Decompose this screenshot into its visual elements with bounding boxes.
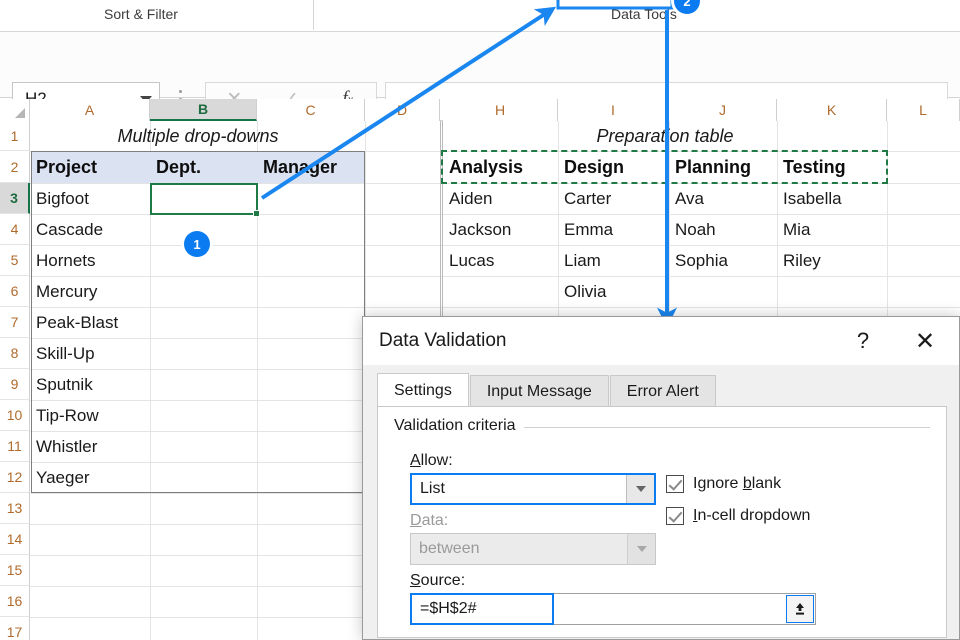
row-header-12[interactable]: 12 [0, 462, 30, 493]
allow-label: Allow: [410, 452, 453, 469]
gridline [30, 307, 960, 308]
checkbox-icon[interactable] [666, 507, 684, 525]
table-row[interactable]: Hornets [31, 245, 149, 276]
table-row[interactable]: Noah [670, 214, 776, 245]
excel-window: Sort & Filter Data Tools H2 ✕ ✓ fx A B C… [0, 0, 960, 640]
table-row[interactable]: Yaeger [31, 462, 149, 493]
column-header-d[interactable]: D [365, 99, 440, 121]
row-header-16[interactable]: 16 [0, 586, 30, 617]
row-header-5[interactable]: 5 [0, 245, 30, 276]
column-header-i[interactable]: I [558, 99, 669, 121]
gridline [30, 276, 960, 277]
in-cell-dropdown-label: In-cell dropdown [693, 507, 811, 524]
allow-value: List [420, 480, 445, 497]
row-header-13[interactable]: 13 [0, 493, 30, 524]
row-header-8[interactable]: 8 [0, 338, 30, 369]
close-icon[interactable]: ✕ [905, 325, 945, 357]
ribbon-group-data-tools[interactable]: Data Tools [611, 6, 677, 22]
data-combobox[interactable]: between [410, 533, 656, 565]
row-header-11[interactable]: 11 [0, 431, 30, 462]
row-header-3[interactable]: 3 [0, 183, 30, 214]
ribbon-strip: Sort & Filter Data Tools [0, 0, 960, 32]
help-icon[interactable]: ? [843, 325, 883, 357]
row-header-7[interactable]: 7 [0, 307, 30, 338]
table-row[interactable]: Liam [559, 245, 668, 276]
table-row[interactable]: Bigfoot [31, 183, 149, 214]
source-value[interactable]: =$H$2# [410, 593, 554, 625]
dialog-title-bar[interactable]: Data Validation ? ✕ [363, 317, 959, 365]
select-all-corner[interactable] [0, 99, 30, 121]
dialog-title: Data Validation [379, 330, 507, 351]
table-row[interactable]: Aiden [444, 183, 557, 214]
settings-tab-panel: Validation criteria Allow: List Data: be… [377, 406, 947, 638]
copy-marquee [441, 150, 888, 184]
row-header-14[interactable]: 14 [0, 524, 30, 555]
data-label: Data: [410, 512, 449, 529]
table-row[interactable]: Tip-Row [31, 400, 149, 431]
left-table-header-project[interactable]: Project [31, 152, 149, 183]
table-row[interactable]: Riley [778, 245, 886, 276]
table-row[interactable]: Skill-Up [31, 338, 149, 369]
ignore-blank-label: Ignore blank [693, 475, 782, 492]
tab-error-alert[interactable]: Error Alert [609, 375, 716, 407]
chevron-down-icon[interactable] [627, 534, 655, 564]
left-table-title[interactable]: Multiple drop-downs [31, 121, 365, 151]
column-header-l[interactable]: L [887, 99, 960, 121]
table-row[interactable]: Sophia [670, 245, 776, 276]
active-cell-selection[interactable] [150, 183, 258, 215]
table-row[interactable]: Ava [670, 183, 776, 214]
left-table-header-manager[interactable]: Manager [258, 152, 364, 183]
step-badge-1: 1 [184, 231, 210, 257]
allow-combobox[interactable]: List [410, 473, 656, 505]
chevron-down-icon[interactable] [626, 475, 654, 503]
row-header-6[interactable]: 6 [0, 276, 30, 307]
ignore-blank-checkbox-row[interactable]: Ignore blank [666, 475, 781, 493]
prep-table-title[interactable]: Preparation table [443, 121, 887, 151]
data-value: between [419, 540, 480, 557]
row-header-17[interactable]: 17 [0, 617, 30, 640]
ribbon-divider [313, 0, 314, 30]
column-header-row: A B C D H I J K L [0, 99, 960, 121]
row-header-4[interactable]: 4 [0, 214, 30, 245]
data-validation-dialog: Data Validation ? ✕ Settings Input Messa… [362, 316, 960, 640]
row-header-1[interactable]: 1 [0, 121, 30, 151]
in-cell-dropdown-checkbox-row[interactable]: In-cell dropdown [666, 507, 810, 525]
row-header-10[interactable]: 10 [0, 400, 30, 431]
column-header-a[interactable]: A [30, 99, 150, 121]
table-row[interactable]: Mercury [31, 276, 149, 307]
row-header-9[interactable]: 9 [0, 369, 30, 400]
collapse-dialog-icon[interactable] [786, 595, 814, 623]
table-row[interactable]: Lucas [444, 245, 557, 276]
column-header-h[interactable]: H [443, 99, 558, 121]
table-row[interactable]: Emma [559, 214, 668, 245]
validation-criteria-label: Validation criteria [394, 417, 524, 435]
tab-settings[interactable]: Settings [377, 373, 469, 407]
source-field[interactable]: =$H$2# [410, 593, 816, 625]
table-row[interactable]: Olivia [559, 276, 668, 307]
table-row[interactable]: Carter [559, 183, 668, 214]
left-table-header-dept[interactable]: Dept. [151, 152, 256, 183]
table-row[interactable]: Peak-Blast [31, 307, 161, 338]
row-header-2[interactable]: 2 [0, 151, 30, 183]
column-header-b[interactable]: B [150, 99, 257, 121]
tab-input-message[interactable]: Input Message [469, 375, 609, 407]
column-header-j[interactable]: J [669, 99, 777, 121]
table-row[interactable]: Whistler [31, 431, 149, 462]
formula-bar: H2 ✕ ✓ fx [0, 32, 960, 116]
table-row[interactable]: Jackson [444, 214, 557, 245]
checkbox-icon[interactable] [666, 475, 684, 493]
table-row[interactable]: Isabella [778, 183, 886, 214]
table-row[interactable]: Mia [778, 214, 886, 245]
column-header-c[interactable]: C [257, 99, 365, 121]
dialog-body: Settings Input Message Error Alert Valid… [363, 365, 959, 639]
table-row[interactable]: Sputnik [31, 369, 149, 400]
fill-handle[interactable] [253, 210, 260, 217]
source-label: Source: [410, 572, 466, 589]
dialog-tabstrip: Settings Input Message Error Alert [377, 373, 717, 407]
table-row[interactable]: Cascade [31, 214, 149, 245]
row-header-15[interactable]: 15 [0, 555, 30, 586]
ribbon-group-sort-filter[interactable]: Sort & Filter [104, 6, 178, 22]
column-header-k[interactable]: K [777, 99, 887, 121]
